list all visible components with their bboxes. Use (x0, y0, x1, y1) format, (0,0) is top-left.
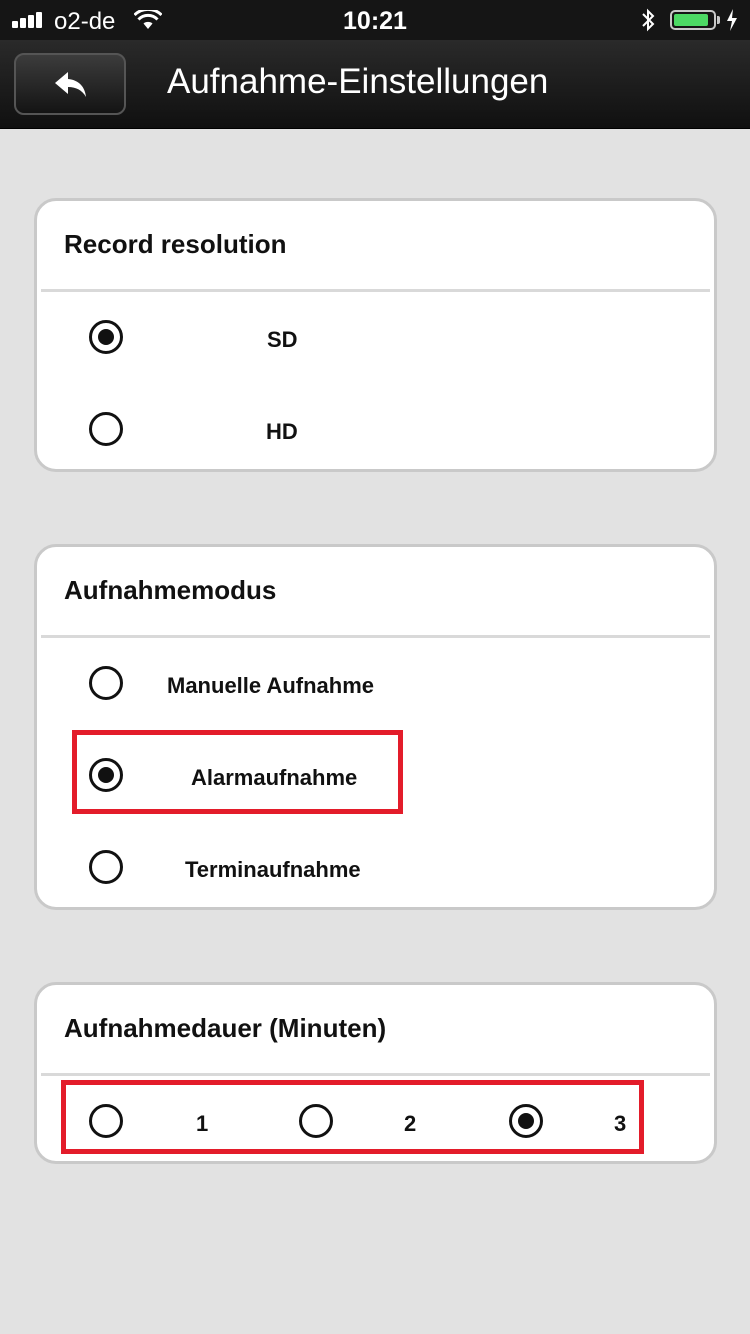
option-label-manual-recording: Manuelle Aufnahme (167, 673, 374, 698)
bluetooth-icon (640, 8, 656, 37)
battery-icon (670, 10, 716, 30)
navigation-bar: Aufnahme-Einstellungen (0, 40, 750, 129)
clock: 10:21 (343, 7, 407, 35)
highlight-box-duration-options (61, 1080, 644, 1154)
recording-mode-card: Aufnahmemodus Manuelle Aufnahme Alarmauf… (34, 544, 717, 910)
radio-hd[interactable] (89, 412, 123, 446)
back-button[interactable] (14, 53, 126, 115)
option-label-scheduled-recording: Terminaufnahme (185, 857, 361, 882)
page-title: Aufnahme-Einstellungen (167, 62, 549, 101)
highlight-box-alarm-recording (72, 730, 403, 814)
option-label-sd: SD (267, 327, 298, 352)
recording-mode-title: Aufnahmemodus (64, 575, 277, 605)
radio-scheduled-recording[interactable] (89, 850, 123, 884)
record-resolution-card: Record resolution SD HD (34, 198, 717, 472)
option-label-hd: HD (266, 419, 298, 444)
divider (41, 289, 710, 292)
charging-bolt-icon (726, 9, 738, 36)
recording-duration-title: Aufnahmedauer (Minuten) (64, 1013, 387, 1043)
divider (41, 635, 710, 638)
record-resolution-title: Record resolution (64, 229, 287, 259)
radio-sd[interactable] (89, 320, 123, 354)
status-bar: o2-de 10:21 (0, 0, 750, 40)
battery-cap (717, 16, 720, 24)
divider (41, 1073, 710, 1076)
back-arrow-icon (55, 72, 86, 97)
radio-manual-recording[interactable] (89, 666, 123, 700)
